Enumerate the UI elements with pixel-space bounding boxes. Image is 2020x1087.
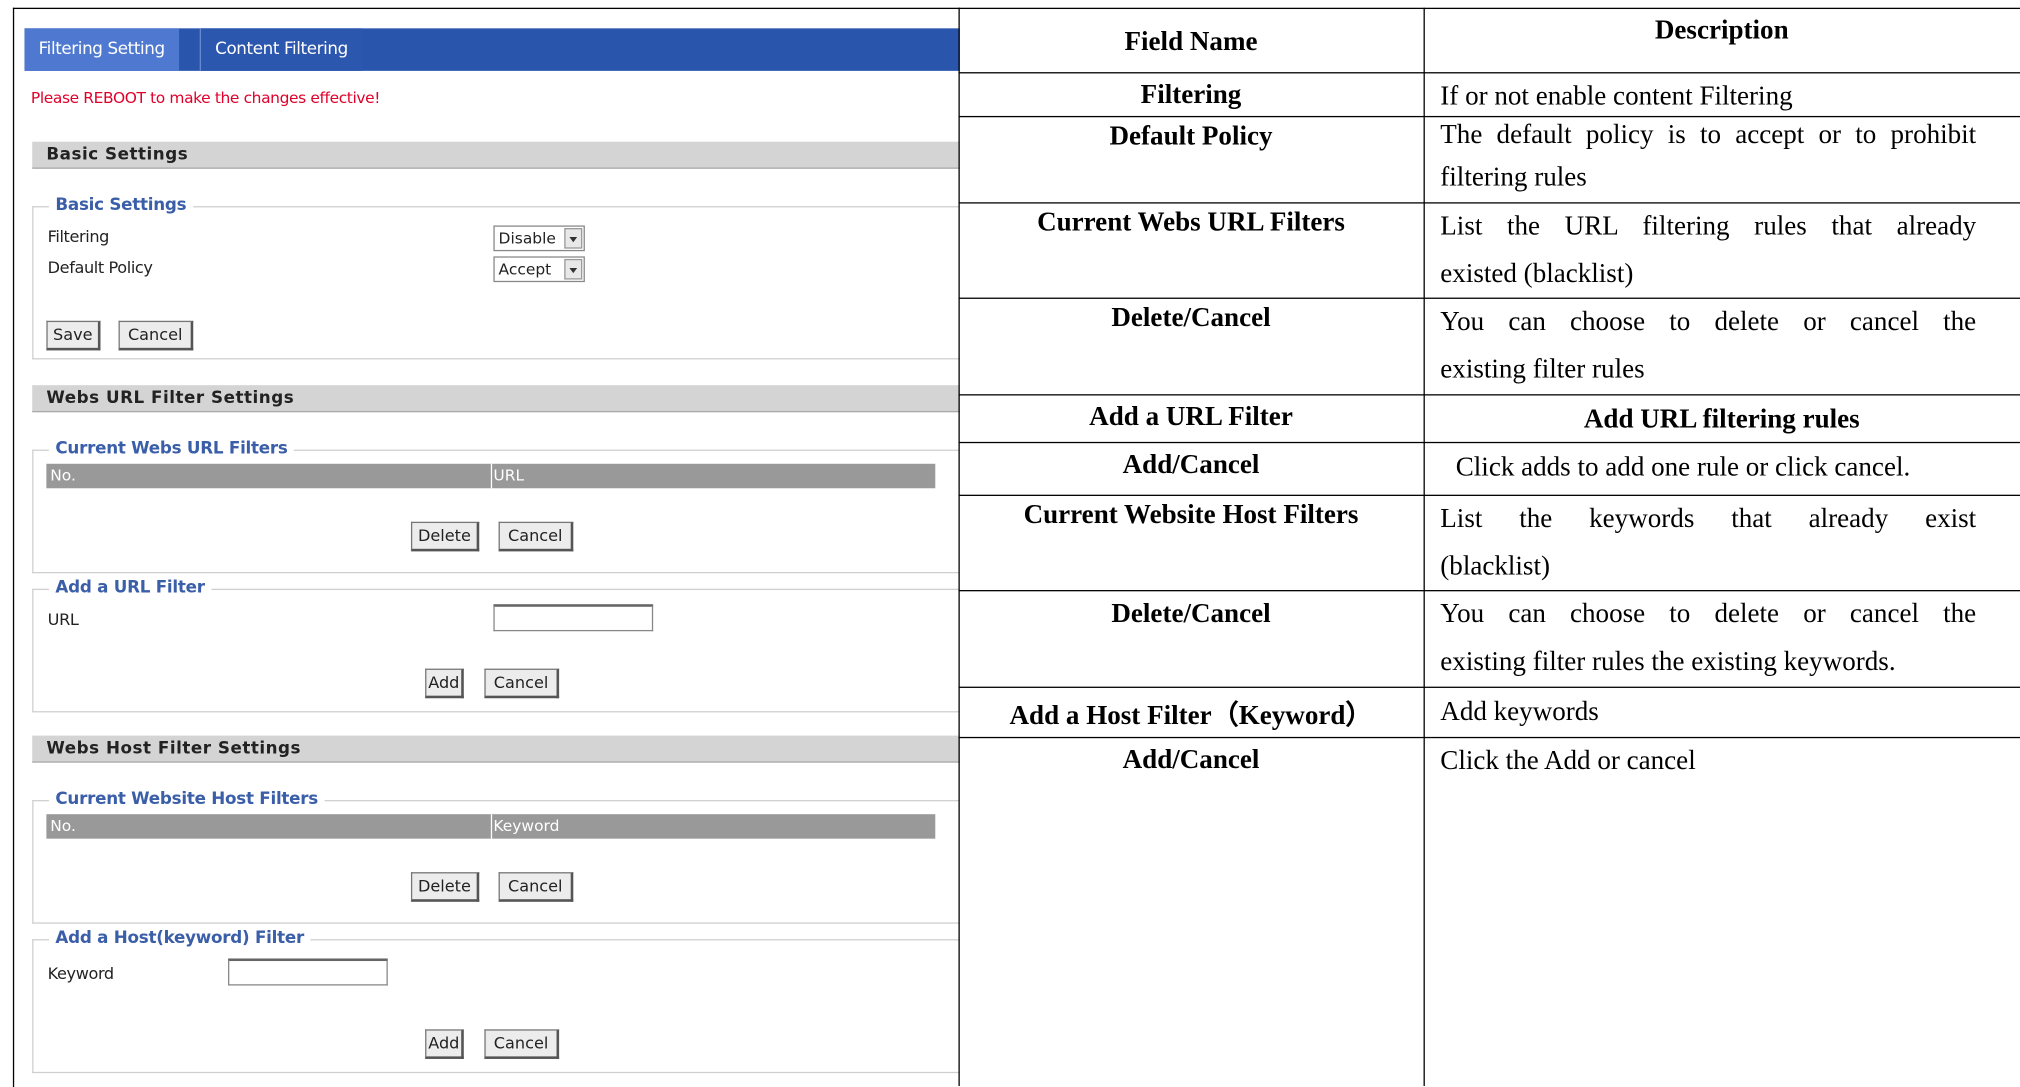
field-name-cell: Delete/Cancel [1111, 301, 1271, 333]
header-field-name: Field Name [1124, 25, 1258, 57]
description-cell: Add keywords [1440, 688, 1976, 736]
cancel-button[interactable]: Cancel [484, 1029, 560, 1059]
add-host-filter-fieldset: Add a Host(keyword) Filter Keyword Add C… [32, 928, 960, 1074]
column-header-url: URL [490, 463, 524, 489]
keyword-label: Keyword [47, 963, 114, 983]
current-host-filters-legend: Current Website Host Filters [48, 789, 325, 810]
field-name-cell: Default Policy [1109, 119, 1273, 151]
default-policy-label: Default Policy [47, 257, 153, 277]
description-cell: List the URL filtering rules that alread… [1440, 202, 1976, 297]
column-header-no: No. [50, 816, 76, 835]
basic-settings-legend: Basic Settings [48, 195, 193, 216]
chevron-down-icon [564, 258, 583, 280]
description-line: filtering rules [1440, 161, 1587, 192]
field-name-cell: Current Website Host Filters [1023, 498, 1359, 530]
host-filters-table-header: No. Keyword [46, 814, 936, 839]
description-line: List the keywords that already exist [1440, 502, 1977, 534]
current-url-filters-fieldset: Current Webs URL Filters No. URL Delete … [32, 439, 960, 574]
current-url-filters-legend: Current Webs URL Filters [48, 439, 295, 459]
delete-button[interactable]: Delete [410, 521, 480, 552]
filtering-select-value: Disable [498, 229, 556, 248]
basic-settings-fieldset: Basic Settings Filtering Disable Default… [32, 195, 960, 360]
description-cell: Click the Add or cancel [1440, 737, 1976, 785]
description-line: existed (blacklist) [1440, 257, 1634, 289]
url-filter-settings-header: Webs URL Filter Settings [32, 385, 960, 413]
add-host-filter-legend: Add a Host(keyword) Filter [48, 928, 311, 949]
description-cell: Add URL filtering rules [1583, 403, 1860, 435]
description-line: List the URL filtering rules that alread… [1440, 209, 1977, 241]
field-name-cell: Delete/Cancel [1111, 597, 1271, 629]
basic-settings-header: Basic Settings [32, 141, 960, 169]
current-host-filters-fieldset: Current Website Host Filters No. Keyword… [32, 789, 960, 924]
description-line: The default policy is to accept or to pr… [1440, 118, 1977, 150]
header-description: Description [1654, 14, 1789, 46]
description-cell: You can choose to delete or cancel the e… [1440, 298, 1976, 393]
cancel-button[interactable]: Cancel [498, 872, 574, 902]
description-line: Add keywords [1440, 695, 1599, 727]
save-button[interactable]: Save [46, 320, 101, 351]
url-label: URL [47, 609, 79, 629]
url-input[interactable] [493, 604, 654, 632]
description-line: existing filter rules the existing keywo… [1440, 645, 1896, 677]
description-line: (blacklist) [1440, 550, 1550, 582]
keyword-input[interactable] [228, 958, 388, 986]
field-description-table: Field Name Description Filtering If or n… [958, 7, 2020, 1087]
field-name-cell: Filtering [1140, 78, 1242, 110]
router-settings-panel: Filtering Setting Content Filtering Plea… [12, 7, 960, 1087]
description-cell: You can choose to delete or cancel the e… [1440, 590, 1976, 685]
default-policy-select[interactable]: Accept [493, 256, 585, 283]
tab-content-filtering[interactable]: Content Filtering [199, 28, 363, 71]
field-name-cell: Current Webs URL Filters [1037, 206, 1345, 238]
default-policy-select-value: Accept [498, 260, 552, 279]
tab-filtering-setting[interactable]: Filtering Setting [24, 28, 179, 71]
description-line: You can choose to delete or cancel the [1440, 597, 1977, 629]
cancel-button[interactable]: Cancel [498, 521, 574, 552]
add-url-filter-fieldset: Add a URL Filter URL Add Cancel [32, 578, 960, 713]
description-line: existing filter rules [1440, 352, 1645, 384]
delete-button[interactable]: Delete [410, 872, 480, 902]
cancel-button[interactable]: Cancel [118, 320, 194, 351]
url-filters-table-header: No. URL [46, 463, 936, 489]
reboot-notice: Please REBOOT to make the changes effect… [30, 88, 381, 107]
column-header-no: No. [50, 466, 76, 485]
filtering-select[interactable]: Disable [493, 225, 585, 252]
description-line: Click the Add or cancel [1440, 744, 1696, 776]
add-button[interactable]: Add [425, 668, 464, 699]
host-filter-settings-header: Webs Host Filter Settings [32, 735, 960, 763]
tab-bar: Filtering Setting Content Filtering [24, 28, 960, 71]
field-name-cell: Add/Cancel [1122, 743, 1260, 775]
column-header-keyword: Keyword [490, 814, 559, 839]
description-cell: Click adds to add one rule or click canc… [1456, 443, 1992, 491]
field-name-cell: Add a Host Filter（Keyword） [1009, 699, 1373, 731]
description-cell: List the keywords that already exist (bl… [1440, 495, 1976, 590]
add-url-filter-legend: Add a URL Filter [48, 578, 212, 598]
cancel-button[interactable]: Cancel [484, 668, 560, 699]
field-name-cell: Add a URL Filter [1089, 400, 1293, 432]
field-name-cell: Add/Cancel [1122, 448, 1260, 480]
description-cell: The default policy is to accept or to pr… [1440, 113, 1976, 198]
filtering-label: Filtering [47, 226, 110, 247]
chevron-down-icon [564, 228, 583, 249]
add-button[interactable]: Add [425, 1029, 464, 1059]
description-line: Click adds to add one rule or click canc… [1455, 450, 1911, 482]
description-line: You can choose to delete or cancel the [1440, 305, 1977, 337]
